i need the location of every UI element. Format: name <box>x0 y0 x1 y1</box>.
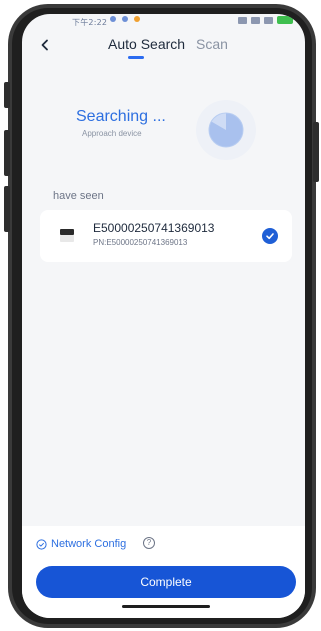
phone-volume-down-button <box>4 186 10 232</box>
app-screen: 下午2:22 Auto Search Scan Searching ... Ap… <box>22 14 305 618</box>
device-list-item[interactable]: E50000250741369013 PN:E50000250741369013 <box>40 210 292 262</box>
footer-panel: Network Config ? Complete <box>22 526 305 618</box>
status-notification-icons <box>110 16 140 22</box>
check-circle-icon <box>36 538 47 550</box>
home-indicator[interactable] <box>122 605 210 608</box>
chevron-left-icon <box>41 39 48 51</box>
network-config-label: Network Config <box>51 538 127 550</box>
phone-volume-up-button <box>4 130 10 176</box>
notification-icon <box>134 16 140 22</box>
tab-auto-search[interactable]: Auto Search <box>108 36 185 52</box>
back-button[interactable] <box>34 34 56 56</box>
phone-side-button <box>4 82 10 108</box>
section-label-have-seen: have seen <box>53 190 104 202</box>
signal-icon <box>264 16 273 24</box>
status-time: 下午2:22 <box>72 18 108 27</box>
radar-scan-icon <box>208 112 244 148</box>
checkmark-icon[interactable] <box>262 228 278 244</box>
notification-icon <box>110 16 116 22</box>
search-status-subtitle: Approach device <box>82 129 142 138</box>
active-tab-indicator <box>128 56 144 59</box>
tab-scan[interactable]: Scan <box>196 36 228 52</box>
search-status-title: Searching ... <box>76 108 166 125</box>
status-bar: 下午2:22 <box>22 14 305 30</box>
signal-icon <box>251 16 260 24</box>
phone-power-button <box>313 122 319 182</box>
network-config-link[interactable]: Network Config <box>36 538 126 550</box>
top-nav: Auto Search Scan <box>22 32 305 62</box>
device-name: E50000250741369013 <box>93 221 215 235</box>
complete-button[interactable]: Complete <box>36 566 296 598</box>
notification-icon <box>122 16 128 22</box>
battery-icon <box>277 16 293 24</box>
status-system-icons <box>238 16 293 24</box>
device-pn: PN:E50000250741369013 <box>93 238 188 247</box>
wifi-icon <box>238 16 247 24</box>
help-icon[interactable]: ? <box>143 537 155 549</box>
check-glyph <box>266 233 274 240</box>
device-thumbnail <box>58 226 76 244</box>
